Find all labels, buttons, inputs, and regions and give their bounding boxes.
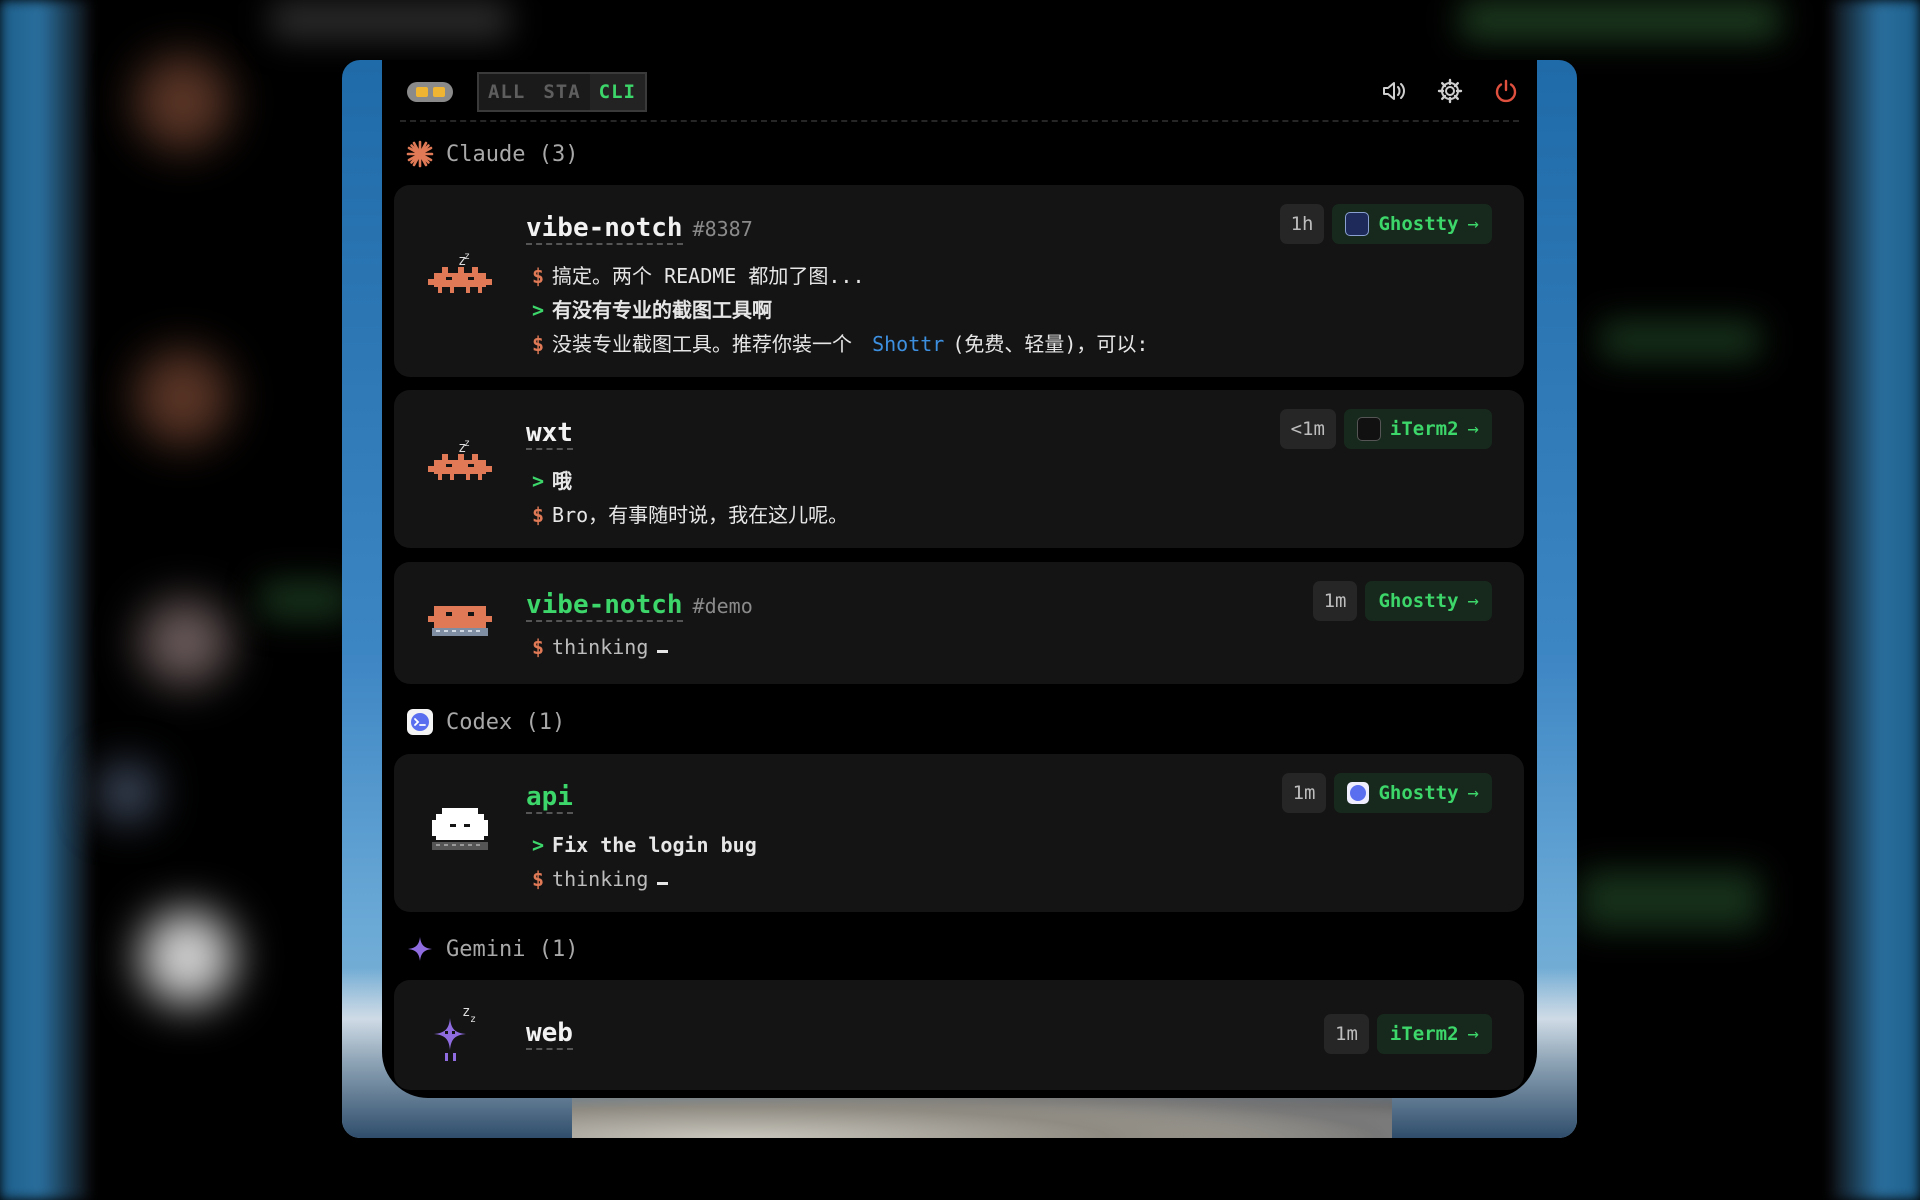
tab-sta[interactable]: STA <box>534 74 589 110</box>
text-cursor <box>657 862 669 885</box>
gemini-sparkle-icon <box>406 935 434 963</box>
power-icon[interactable] <box>1491 76 1521 106</box>
elapsed-time-badge: <1m <box>1279 409 1336 449</box>
session-card[interactable]: vibe-notch #demo 1m Ghostty → $ thinking <box>394 562 1524 684</box>
iterm2-app-icon <box>1356 417 1381 441</box>
arrow-right-icon: → <box>1467 1023 1479 1045</box>
arrow-right-icon: → <box>1467 213 1479 235</box>
svg-text:z: z <box>464 438 470 449</box>
terminal-app-label: iTerm2 <box>1389 418 1459 440</box>
claude-starburst-icon <box>406 140 434 168</box>
ghostty-app-icon <box>1347 782 1370 804</box>
session-card[interactable]: api 1m Ghostty → > Fix the login bug $ thi… <box>394 754 1524 912</box>
group-label: Codex (1) <box>446 709 566 735</box>
arrow-right-icon: → <box>1467 590 1479 612</box>
session-name: vibe-notch <box>526 590 683 622</box>
sleeping-crab-avatar-icon: zz <box>428 251 492 315</box>
session-name: web <box>526 1018 573 1050</box>
sleeping-crab-avatar-icon: zz <box>428 438 492 502</box>
output-line: $ thinking <box>532 630 669 664</box>
notch-panel: ALL STA CLI Claude (3) zz vibe-notch #83… <box>382 60 1537 1098</box>
output-line: $ 搞定。两个 README 都加了图... <box>532 264 865 288</box>
session-name: vibe-notch <box>526 213 683 245</box>
input-line: > 哦 <box>532 469 573 493</box>
open-terminal-button[interactable]: Ghostty → <box>1332 204 1492 244</box>
session-card[interactable]: zz web 1m iTerm2 → <box>394 980 1524 1090</box>
arrow-right-icon: → <box>1467 418 1479 440</box>
terminal-app-label: Ghostty <box>1378 213 1459 235</box>
terminal-app-label: iTerm2 <box>1389 1023 1459 1045</box>
panel-toolbar: ALL STA CLI <box>382 60 1537 120</box>
group-label: Claude (3) <box>446 141 579 167</box>
output-line: $ Bro，有事随时说，我在这儿呢。 <box>532 503 849 527</box>
output-line: $ 没装专业截图工具。推荐你装一个 Shottr (免费、轻量)，可以: <box>532 327 1148 361</box>
terminal-app-label: Ghostty <box>1378 782 1459 804</box>
codex-terminal-icon <box>406 708 434 736</box>
tab-all[interactable]: ALL <box>479 74 534 110</box>
text-cursor <box>657 630 669 653</box>
session-tag: #8387 <box>692 217 753 241</box>
working-crab-avatar-icon <box>428 598 492 662</box>
open-terminal-button[interactable]: iTerm2 → <box>1376 1014 1492 1054</box>
terminal-app-label: Ghostty <box>1378 590 1459 612</box>
notch-eyes-icon[interactable] <box>407 82 453 102</box>
toolbar-divider <box>400 120 1519 122</box>
svg-text:z: z <box>464 251 470 262</box>
group-header-claude: Claude (3) <box>406 140 578 168</box>
open-terminal-button[interactable]: Ghostty → <box>1334 773 1492 813</box>
elapsed-time-badge: 1m <box>1281 773 1327 813</box>
session-tag: #demo <box>692 594 753 618</box>
ghostty-app-icon <box>1345 212 1370 236</box>
session-name: api <box>526 782 573 814</box>
filter-tabs: ALL STA CLI <box>477 72 647 112</box>
elapsed-time-badge: 1m <box>1324 1014 1369 1054</box>
elapsed-time-badge: 1m <box>1312 581 1358 621</box>
elapsed-time-badge: 1h <box>1279 204 1325 244</box>
group-header-gemini: Gemini (1) <box>406 935 578 963</box>
group-header-codex: Codex (1) <box>406 708 565 736</box>
shottr-link[interactable]: Shottr <box>872 327 944 361</box>
cloud-avatar-icon <box>428 804 492 868</box>
sleeping-sparkle-avatar-icon: zz <box>428 1004 492 1068</box>
group-label: Gemini (1) <box>446 936 579 962</box>
input-line: > Fix the login bug <box>532 833 757 857</box>
speaker-icon[interactable] <box>1379 76 1409 106</box>
session-card[interactable]: zz vibe-notch #8387 1h Ghostty → $ 搞定。两个 … <box>394 185 1524 377</box>
arrow-right-icon: → <box>1467 782 1479 804</box>
output-line: $ thinking <box>532 862 757 896</box>
input-line: > 有没有专业的截图工具啊 <box>532 298 773 322</box>
open-terminal-button[interactable]: Ghostty → <box>1365 581 1492 621</box>
gear-icon[interactable] <box>1435 76 1465 106</box>
svg-text:z: z <box>470 1014 476 1025</box>
session-card[interactable]: zz wxt <1m iTerm2 → > 哦 $ Bro，有事随时说，我在这儿呢。 <box>394 390 1524 548</box>
tab-cli[interactable]: CLI <box>589 74 645 110</box>
session-name: wxt <box>526 418 573 450</box>
open-terminal-button[interactable]: iTerm2 → <box>1343 409 1492 449</box>
